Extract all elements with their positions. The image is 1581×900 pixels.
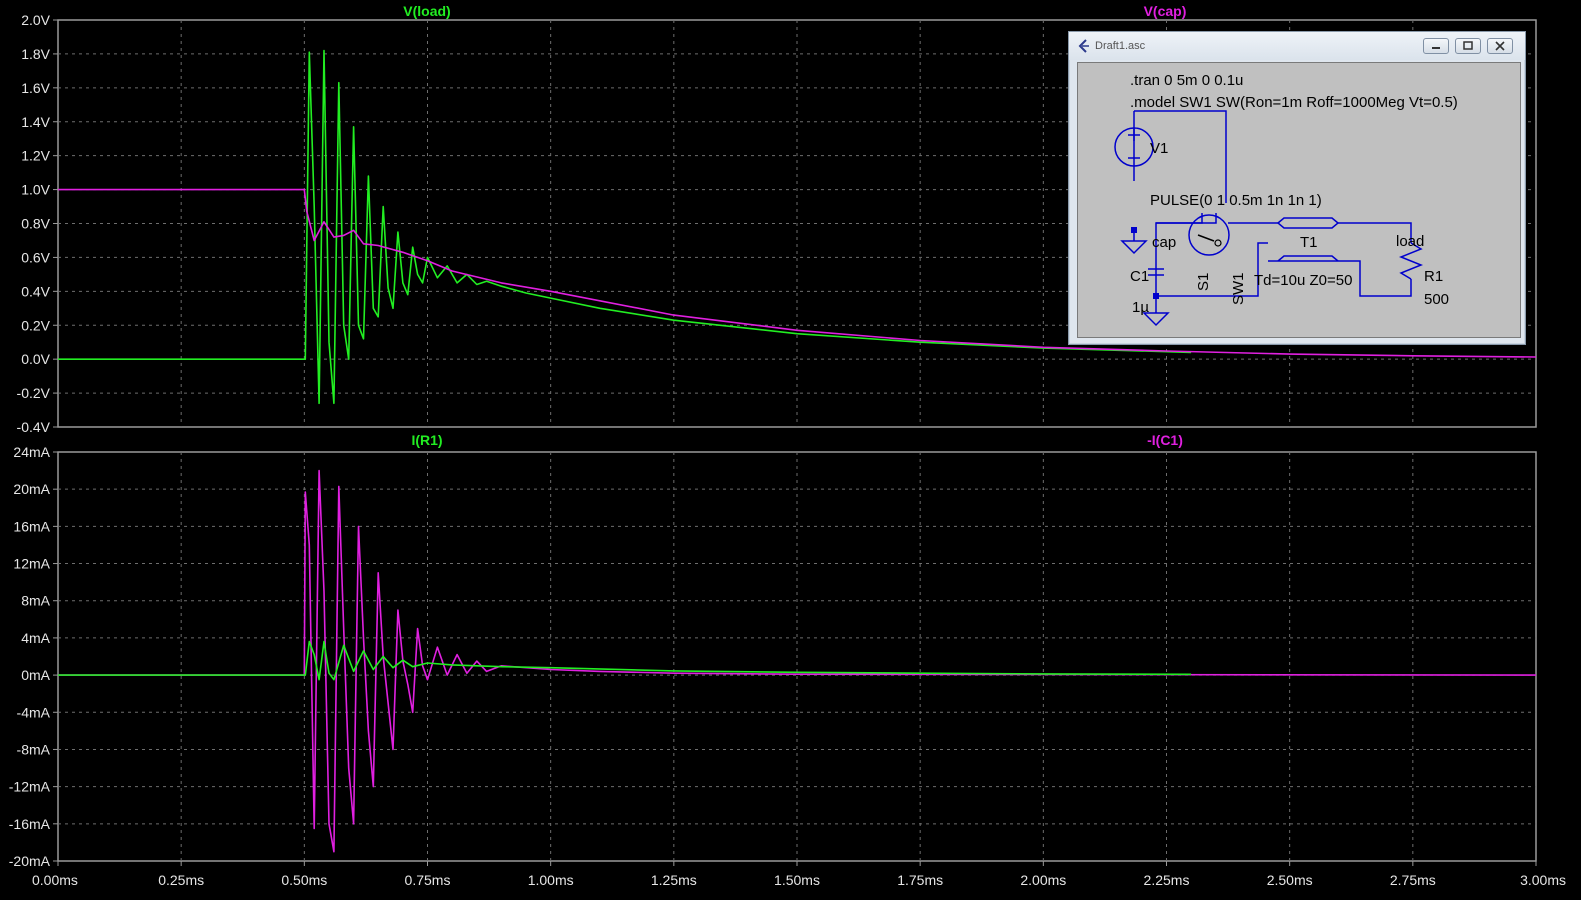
y-tick-label: 1.8V bbox=[21, 46, 50, 62]
y-tick-label: -0.2V bbox=[17, 385, 51, 401]
x-tick-label: 0.75ms bbox=[405, 872, 451, 888]
net-label-cap: cap bbox=[1152, 234, 1176, 251]
schematic-canvas[interactable]: .tran 0 5m 0 0.1u .model SW1 SW(Ron=1m R… bbox=[1077, 62, 1521, 338]
time-axis-ticks: 0.00ms 0.25ms 0.50ms 0.75ms 1.00ms 1.25ms 1.50… bbox=[32, 861, 1566, 888]
y-tick-label: -16mA bbox=[9, 816, 51, 832]
current-axis-ticks: 24mA 20mA 16mA 12mA 8mA 4mA 0mA -4mA -8mA -12mA -1… bbox=[9, 444, 58, 869]
y-tick-label: 1.0V bbox=[21, 182, 50, 198]
x-tick-label: 2.50ms bbox=[1267, 872, 1313, 888]
y-tick-label: -4mA bbox=[17, 704, 51, 720]
x-tick-label: 0.00ms bbox=[32, 872, 78, 888]
y-tick-label: 0.6V bbox=[21, 249, 50, 265]
switch-s1[interactable] bbox=[1188, 214, 1230, 256]
minimize-button[interactable] bbox=[1423, 38, 1449, 54]
y-tick-label: -8mA bbox=[17, 741, 51, 757]
y-tick-label: 16mA bbox=[13, 518, 50, 534]
y-tick-label: 0.8V bbox=[21, 216, 50, 232]
schematic-title-bar[interactable]: Draft1.asc bbox=[1069, 32, 1525, 60]
net-label-load: load bbox=[1396, 233, 1424, 250]
y-tick-label: 2.0V bbox=[21, 12, 50, 28]
x-tick-label: 2.00ms bbox=[1020, 872, 1066, 888]
t1-label: T1 bbox=[1300, 234, 1318, 251]
y-tick-label: 8mA bbox=[21, 593, 50, 609]
t1-value-label: Td=10u Z0=50 bbox=[1254, 272, 1352, 289]
schematic-window[interactable]: Draft1.asc .tran 0 5m 0 0.1u .model SW1 … bbox=[1068, 31, 1526, 345]
x-tick-label: 1.00ms bbox=[528, 872, 574, 888]
x-tick-label: 1.50ms bbox=[774, 872, 820, 888]
y-tick-label: 0mA bbox=[21, 667, 50, 683]
tran-directive[interactable]: .tran 0 5m 0 0.1u bbox=[1130, 72, 1243, 89]
voltage-axis-ticks: 2.0V 1.8V 1.6V 1.4V 1.2V 1.0V 0.8V 0.6V 0.4V 0.2V… bbox=[17, 12, 58, 435]
trace-label-i-c1[interactable]: -I(C1) bbox=[1147, 432, 1183, 448]
trace-label-i-r1[interactable]: I(R1) bbox=[411, 432, 442, 448]
y-tick-label: 1.2V bbox=[21, 148, 50, 164]
trace-label-v-load[interactable]: V(load) bbox=[403, 3, 450, 19]
x-tick-label: 2.75ms bbox=[1390, 872, 1436, 888]
c1-label: C1 bbox=[1130, 268, 1149, 285]
s1-model-label: SW1 bbox=[1230, 272, 1247, 305]
ltspice-icon bbox=[1078, 39, 1089, 53]
y-tick-label: 20mA bbox=[13, 481, 50, 497]
x-tick-label: 2.25ms bbox=[1144, 872, 1190, 888]
y-tick-label: -0.4V bbox=[17, 419, 51, 435]
y-tick-label: -20mA bbox=[9, 853, 51, 869]
c1-value-label: 1µ bbox=[1132, 299, 1149, 316]
y-tick-label: 1.4V bbox=[21, 114, 50, 130]
x-tick-label: 1.25ms bbox=[651, 872, 697, 888]
close-button[interactable] bbox=[1487, 38, 1513, 54]
v1-label: V1 bbox=[1150, 140, 1168, 157]
y-tick-label: 1.6V bbox=[21, 80, 50, 96]
minimize-icon bbox=[1432, 47, 1440, 49]
x-tick-label: 1.75ms bbox=[897, 872, 943, 888]
x-tick-label: 0.50ms bbox=[281, 872, 327, 888]
r1-label: R1 bbox=[1424, 268, 1443, 285]
x-tick-label: 0.25ms bbox=[158, 872, 204, 888]
y-tick-label: -12mA bbox=[9, 779, 51, 795]
maximize-button[interactable] bbox=[1455, 38, 1481, 54]
r1-value-label: 500 bbox=[1424, 291, 1449, 308]
trace-label-v-cap[interactable]: V(cap) bbox=[1144, 3, 1187, 19]
model-directive[interactable]: .model SW1 SW(Ron=1m Roff=1000Meg Vt=0.5… bbox=[1130, 94, 1458, 111]
current-plot-pane[interactable]: 24mA 20mA 16mA 12mA 8mA 4mA 0mA -4mA -8mA -12mA -1… bbox=[9, 432, 1537, 869]
y-tick-label: 0.2V bbox=[21, 317, 50, 333]
s1-label: S1 bbox=[1195, 273, 1212, 291]
maximize-icon bbox=[1463, 41, 1473, 50]
x-tick-label: 3.00ms bbox=[1520, 872, 1566, 888]
v1-value-label[interactable]: PULSE(0 1 0.5m 1n 1n 1) bbox=[1150, 192, 1322, 209]
close-icon bbox=[1495, 41, 1505, 51]
y-tick-label: 12mA bbox=[13, 556, 50, 572]
y-tick-label: 0.4V bbox=[21, 283, 50, 299]
window-title: Draft1.asc bbox=[1095, 40, 1146, 52]
schematic-drawing: .tran 0 5m 0 0.1u .model SW1 SW(Ron=1m R… bbox=[1114, 72, 1458, 327]
y-tick-label: 0.0V bbox=[21, 351, 50, 367]
y-tick-label: 4mA bbox=[21, 630, 50, 646]
y-tick-label: 24mA bbox=[13, 444, 50, 460]
